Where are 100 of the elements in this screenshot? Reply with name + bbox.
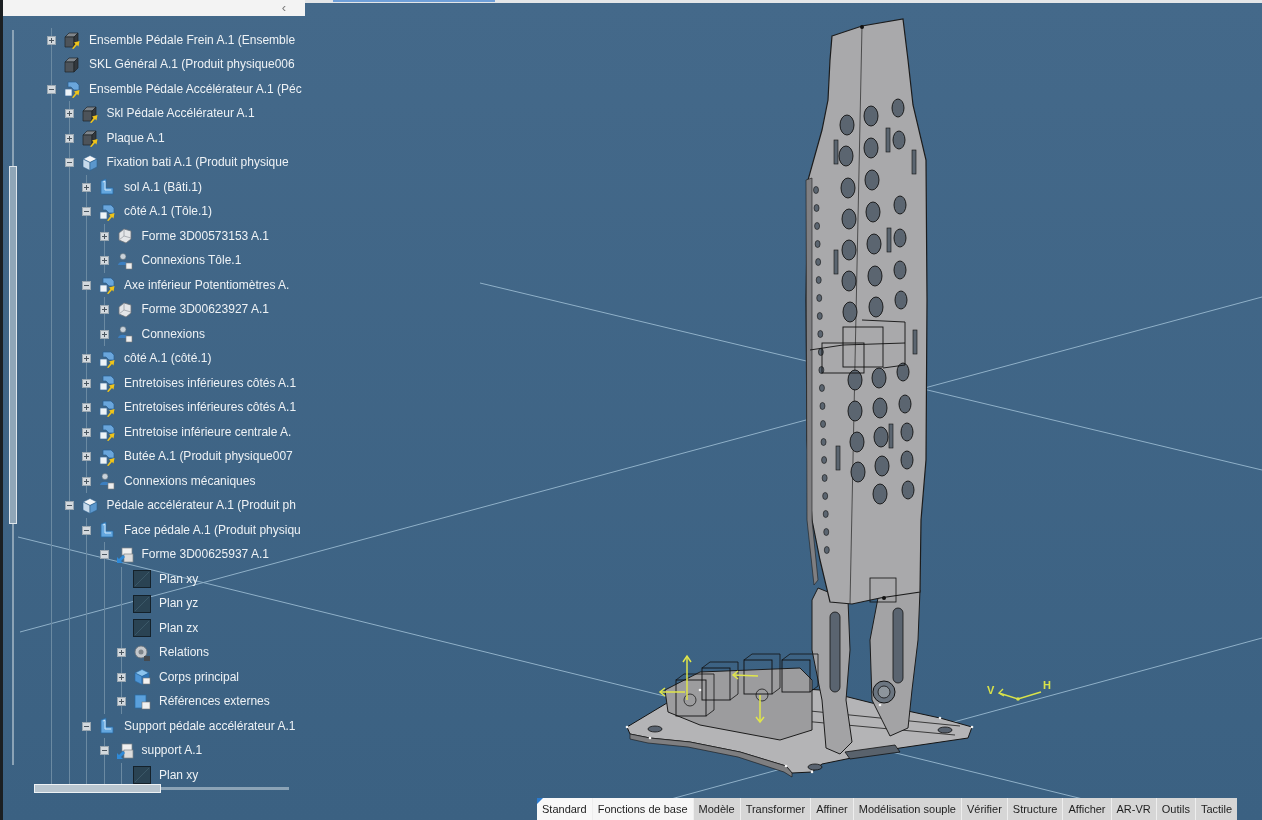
expand-icon[interactable] [99, 305, 109, 314]
references-icon [133, 692, 151, 711]
tree-item-label[interactable]: Entretoises inférieures côtés A.1 [122, 399, 299, 416]
expand-icon[interactable] [117, 697, 126, 706]
product-cube-icon [80, 496, 99, 515]
tree-item-label[interactable]: Pédale accélérateur A.1 (Produit ph [104, 497, 298, 514]
tree-item-label[interactable]: Entretoise inférieure centrale A. [122, 423, 294, 441]
collapse-icon[interactable] [99, 550, 109, 559]
tree-item-label[interactable]: Forme 3D00623927 A.1 [139, 301, 271, 318]
toolbar-tab[interactable]: AR-VR [1111, 798, 1156, 820]
tree-item-label[interactable]: Plan xy [157, 766, 201, 784]
product-link-icon [98, 202, 116, 221]
plane-icon [133, 766, 151, 784]
bracket-icon [98, 717, 116, 735]
collapse-icon[interactable] [99, 746, 109, 755]
toolbar-tab[interactable]: Outils [1156, 798, 1195, 820]
expand-icon[interactable] [117, 672, 126, 682]
axis-label: V [987, 684, 995, 696]
expand-icon[interactable] [82, 452, 91, 461]
tree-item-label[interactable]: côté A.1 (côté.1) [122, 350, 214, 367]
expand-icon[interactable] [99, 329, 109, 339]
expand-icon[interactable] [117, 648, 126, 657]
tree-item-label[interactable]: SKL Général A.1 (Produit physique006 [87, 56, 297, 73]
expand-icon[interactable] [82, 403, 91, 412]
tree-item-label[interactable]: Plan xy [157, 570, 201, 588]
product-link-icon [98, 423, 116, 441]
tree-item-label[interactable]: Entretoises inférieures côtés A.1 [122, 374, 299, 392]
tree-item-label[interactable]: Connexions mécaniques [122, 472, 258, 490]
collapse-icon[interactable] [64, 501, 74, 510]
connections-icon [115, 325, 134, 343]
expand-icon[interactable] [64, 109, 74, 118]
toolbar-tab[interactable]: Standard [537, 798, 592, 820]
scrollbar-thumb[interactable] [34, 784, 161, 793]
tree-item-label[interactable]: sol A.1 (Bâti.1) [122, 178, 205, 196]
body-icon [133, 668, 151, 686]
toolbar-tab[interactable]: Tactile [1195, 798, 1238, 820]
toolbar-tab[interactable]: Transformer [740, 798, 811, 820]
tree-item-label[interactable]: support A.1 [139, 742, 205, 759]
part-icon [115, 741, 134, 760]
part-icon [115, 545, 134, 564]
tree-item-label[interactable]: Connexions [139, 325, 207, 343]
collapse-icon[interactable] [82, 207, 91, 216]
product-link-icon [98, 374, 116, 392]
product-cube-icon [80, 153, 99, 172]
expand-icon[interactable] [82, 182, 91, 192]
corner-marker-icon [537, 798, 543, 804]
collapse-icon[interactable] [64, 158, 74, 167]
product-link-icon [63, 80, 81, 98]
shape-icon [115, 300, 134, 319]
expand-icon[interactable] [47, 35, 56, 45]
product-link-icon [98, 276, 116, 294]
tree-item-label[interactable]: Plan yz [157, 595, 201, 612]
tree-item-label[interactable]: Forme 3D00573153 A.1 [139, 227, 271, 245]
expand-icon[interactable] [99, 256, 109, 265]
tree-item-label[interactable]: Plan zx [157, 619, 201, 637]
toolbar-tab[interactable]: Modélisation souple [853, 798, 961, 820]
connections-icon [98, 472, 116, 490]
tree-item-label[interactable]: Fixation bati A.1 (Produit physique [104, 154, 291, 171]
expand-icon[interactable] [99, 231, 109, 241]
tree-item-label[interactable]: Corps principal [157, 668, 242, 686]
toolbar-tab[interactable]: Modèle [693, 798, 740, 820]
tree-item-label[interactable]: Axe inférieur Potentiomètres A. [122, 276, 292, 294]
collapse-icon[interactable] [82, 280, 91, 290]
tree-item-label[interactable]: Forme 3D00625937 A.1 [139, 546, 271, 563]
axis-label: H [1043, 679, 1051, 691]
tree-item-label[interactable]: Références externes [157, 693, 272, 710]
collapse-icon[interactable] [47, 84, 56, 94]
expand-icon[interactable] [82, 378, 91, 388]
product-link-icon [98, 349, 116, 368]
tree-item-label[interactable]: Connexions Tôle.1 [139, 252, 244, 269]
tree-item-label[interactable]: Ensemble Pédale Accélérateur A.1 (Péc [87, 80, 304, 98]
collapse-icon[interactable] [82, 721, 91, 731]
shape-icon [115, 227, 134, 245]
collapse-icon[interactable] [82, 525, 91, 535]
axis-triad-icon [997, 688, 1042, 701]
toolbar-tab[interactable]: Afficher [1063, 798, 1111, 820]
expand-icon[interactable] [82, 427, 91, 437]
tree-item-label[interactable]: Support pédale accélérateur A.1 [122, 717, 298, 735]
connections-icon [115, 251, 134, 270]
tree-item-label[interactable]: Skl Pédale Accélérateur A.1 [104, 105, 257, 122]
bracket-icon [98, 178, 116, 196]
toolbar-tab[interactable]: Fonctions de base [592, 798, 693, 820]
product-link-icon [98, 398, 116, 417]
tree-item-label[interactable]: Plaque A.1 [104, 129, 167, 147]
tree-item-label[interactable]: côté A.1 (Tôle.1) [122, 203, 215, 220]
tree-item-label[interactable]: Butée A.1 (Produit physique007 [122, 448, 295, 465]
expand-icon[interactable] [82, 476, 91, 486]
horizontal-scrollbar[interactable] [34, 784, 289, 793]
toolbar-tab[interactable]: Affiner [811, 798, 853, 820]
relations-icon [133, 643, 151, 662]
expand-icon[interactable] [82, 354, 91, 363]
tree-item-label[interactable]: Relations [157, 644, 212, 661]
assembly-cube-icon [80, 129, 99, 147]
tree-item-label[interactable]: Ensemble Pédale Frein A.1 (Ensemble [87, 31, 298, 49]
tree-item-label[interactable]: Face pédale A.1 (Produit physiqu [122, 521, 303, 539]
expand-icon[interactable] [64, 133, 74, 143]
toolbar-tab[interactable]: Vérifier [961, 798, 1007, 820]
toolbar-tab[interactable]: Structure [1007, 798, 1063, 820]
collapse-button[interactable]: ‹ [276, 0, 291, 16]
scrollbar-thumb[interactable] [9, 166, 17, 524]
